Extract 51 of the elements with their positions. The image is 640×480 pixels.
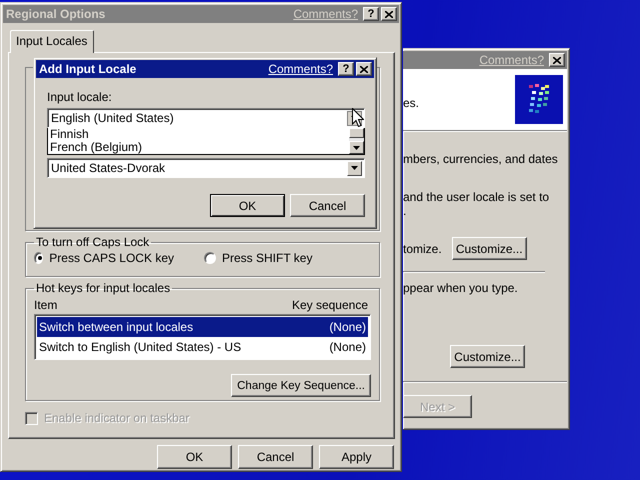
radio-label: Press SHIFT key (222, 251, 312, 265)
close-icon (553, 56, 561, 64)
body-text: mbers, currencies, and dates (403, 152, 558, 166)
dropdown-field[interactable]: English (United States) (47, 108, 365, 128)
close-button[interactable] (356, 62, 372, 76)
field-label: Input locale: (47, 90, 113, 104)
close-button[interactable] (549, 53, 565, 67)
dialog-button[interactable]: Apply (319, 445, 394, 469)
close-icon (360, 66, 368, 72)
down-arrow-icon (351, 166, 358, 170)
scroll-bar[interactable] (349, 128, 364, 154)
customize-button[interactable]: Customize... (450, 345, 525, 368)
body-text: ppear when you type. (403, 281, 518, 295)
dotted-grid-icon (515, 75, 563, 124)
body-text: . (403, 204, 408, 218)
down-arrow-icon (353, 146, 360, 150)
dialog-button[interactable]: Cancel (238, 445, 313, 469)
item-text: Switch between input locales (39, 320, 194, 334)
radio-button[interactable] (204, 252, 216, 264)
column-header: Key sequence (292, 298, 368, 312)
body-text: and the user locale is set to (403, 190, 550, 204)
header-text: es. (403, 96, 420, 110)
list-item[interactable]: Finnish (50, 128, 349, 141)
close-button[interactable] (381, 7, 397, 21)
help-button[interactable]: ? (338, 62, 354, 76)
change-key-sequence-button[interactable]: Change Key Sequence... (231, 374, 371, 397)
help-button[interactable]: ? (363, 7, 379, 21)
tab[interactable]: Input Locales (10, 30, 94, 53)
window-title: Add Input Locale (39, 62, 136, 76)
body-text: tomize. (403, 242, 442, 256)
item-text: Switch to English (United States) - US (39, 340, 242, 354)
radio-button[interactable] (34, 252, 44, 264)
comments-link[interactable]: Comments? (268, 62, 333, 76)
key-text: (None) (329, 340, 366, 354)
radio-label: Press CAPS LOCK key (49, 251, 174, 265)
group-title: Hot keys for input locales (35, 281, 172, 295)
mouse-cursor-icon (352, 108, 364, 127)
checkbox-label: Enable indicator on taskbar (44, 411, 190, 425)
dialog-button[interactable]: Cancel (290, 194, 365, 217)
list-row[interactable]: Switch to English (United States) - US (None) (37, 337, 368, 357)
dropdown-field[interactable]: United States-Dvorak (47, 158, 365, 178)
window-title: Regional Options (6, 7, 106, 21)
key-text: (None) (329, 320, 366, 334)
close-icon (385, 10, 393, 18)
column-header: Item (34, 298, 58, 312)
group-title: To turn off Caps Lock (35, 235, 150, 249)
list-row[interactable]: Switch between input locales (None) (37, 317, 368, 337)
customize-button[interactable]: Customize... (452, 237, 527, 260)
dialog-button[interactable]: OK (157, 445, 232, 469)
list-item[interactable]: French (Belgium) (50, 141, 349, 154)
dialog-button[interactable]: OK (210, 194, 285, 217)
